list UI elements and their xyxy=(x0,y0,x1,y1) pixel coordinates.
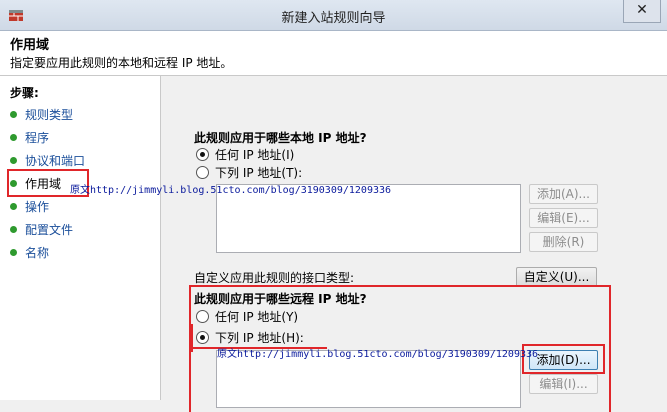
annotation-marker xyxy=(191,324,193,352)
local-edit-button[interactable]: 编辑(E)... xyxy=(529,208,598,228)
step-label: 配置文件 xyxy=(25,223,74,237)
step-action[interactable]: 操作 xyxy=(10,197,49,217)
page-description: 指定要应用此规则的本地和远程 IP 地址。 xyxy=(10,56,233,70)
radio-unchecked-icon xyxy=(196,166,209,179)
local-these-ip-label: 下列 IP 地址(T): xyxy=(215,166,303,180)
step-bullet-icon xyxy=(10,226,17,233)
wizard-header: 作用域 指定要应用此规则的本地和远程 IP 地址。 xyxy=(0,31,667,76)
step-bullet-icon xyxy=(10,157,17,164)
close-button[interactable]: ✕ xyxy=(623,0,661,23)
title-bar: 新建入站规则向导 ✕ xyxy=(0,0,667,31)
local-any-ip-label: 任何 IP 地址(I) xyxy=(215,148,295,162)
local-remove-button[interactable]: 删除(R) xyxy=(529,232,598,252)
step-name[interactable]: 名称 xyxy=(10,243,49,263)
step-bullet-icon xyxy=(10,249,17,256)
step-label: 规则类型 xyxy=(25,108,74,122)
step-profile[interactable]: 配置文件 xyxy=(10,220,73,240)
customize-interfaces-button[interactable]: 自定义(U)... xyxy=(516,267,597,287)
local-add-button[interactable]: 添加(A)... xyxy=(529,184,598,204)
step-rule-type[interactable]: 规则类型 xyxy=(10,105,73,125)
window-title: 新建入站规则向导 xyxy=(281,11,386,26)
steps-panel: 步骤: 规则类型 程序 协议和端口 作用域 操作 配置文件 名称 xyxy=(0,76,161,400)
step-protocol-ports[interactable]: 协议和端口 xyxy=(10,151,85,171)
step-label: 操作 xyxy=(25,200,50,214)
step-bullet-icon xyxy=(10,111,17,118)
interface-types-label: 自定义应用此规则的接口类型: xyxy=(194,271,355,285)
steps-title: 步骤: xyxy=(10,86,39,100)
step-program[interactable]: 程序 xyxy=(10,128,49,148)
watermark-text-lower: 原文http://jimmyli.blog.51cto.com/blog/319… xyxy=(217,349,539,360)
step-bullet-icon xyxy=(10,203,17,210)
step-label: 程序 xyxy=(25,131,50,145)
watermark-text-upper: 原文http://jimmyli.blog.51cto.com/blog/319… xyxy=(70,185,392,196)
step-label: 名称 xyxy=(25,246,50,260)
local-these-ip-radio[interactable]: 下列 IP 地址(T): xyxy=(196,165,302,181)
local-ip-question: 此规则应用于哪些本地 IP 地址? xyxy=(194,131,367,145)
local-any-ip-radio[interactable]: 任何 IP 地址(I) xyxy=(196,147,294,163)
step-label: 协议和端口 xyxy=(25,154,86,168)
step-bullet-icon xyxy=(10,134,17,141)
page-title: 作用域 xyxy=(10,38,50,53)
radio-checked-icon xyxy=(196,148,209,161)
